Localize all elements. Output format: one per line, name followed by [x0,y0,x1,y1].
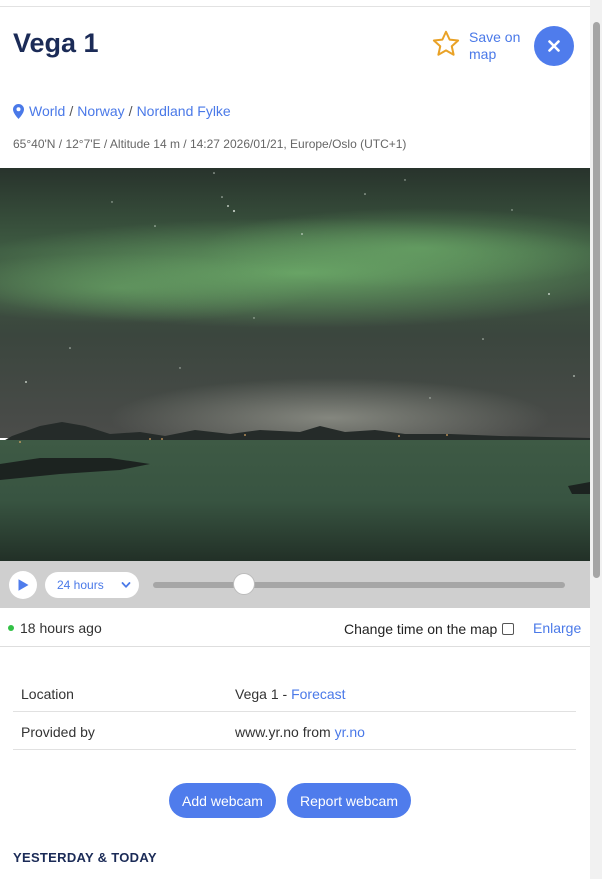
player-controls: 24 hours [0,561,590,608]
chevron-down-icon [121,582,131,588]
table-row: Provided by www.yr.no from yr.no [13,712,576,750]
forecast-link[interactable]: Forecast [291,686,345,702]
add-webcam-button[interactable]: Add webcam [169,783,276,818]
close-icon [548,40,560,52]
location-pin-icon [13,103,24,119]
timeline-slider[interactable] [153,582,565,588]
change-time-checkbox[interactable] [502,623,515,635]
change-time-label: Change time on the map [344,621,498,637]
time-range-value: 24 hours [57,578,104,592]
location-key: Location [21,686,74,702]
breadcrumb-separator: / [128,103,133,119]
last-updated-text: 18 hours ago [20,620,102,636]
close-button[interactable] [534,26,574,66]
timeline-slider-handle[interactable] [232,573,255,595]
divider [0,646,590,647]
play-button[interactable] [9,571,37,599]
breadcrumb-separator: / [69,103,74,119]
provided-by-value-cell: www.yr.no from yr.no [235,724,365,740]
page-title: Vega 1 [13,28,99,58]
scrollbar-thumb[interactable] [593,22,600,578]
enlarge-link[interactable]: Enlarge [533,620,581,636]
webcam-image[interactable] [0,168,590,561]
location-meta: 65°40'N / 12°7'E / Altitude 14 m / 14:27… [13,137,407,151]
breadcrumb-world[interactable]: World [29,103,65,119]
provided-by-value: www.yr.no from [235,724,331,740]
section-title: YESTERDAY & TODAY [13,850,157,865]
table-row: Location Vega 1 - Forecast [13,674,576,712]
top-divider [0,6,590,7]
yr-link[interactable]: yr.no [335,724,365,740]
save-on-map-button[interactable]: Save on map [431,29,529,63]
star-outline-icon [432,30,460,56]
location-value: Vega 1 [235,686,279,702]
breadcrumb: World / Norway / Nordland Fylke [13,103,231,119]
provided-by-key: Provided by [21,724,95,740]
aurora-scene [0,168,590,561]
breadcrumb-nordland[interactable]: Nordland Fylke [137,103,231,119]
online-status-dot [8,625,14,631]
report-webcam-button[interactable]: Report webcam [287,783,411,818]
location-dash: - [282,686,288,702]
play-icon [18,579,29,591]
breadcrumb-norway[interactable]: Norway [77,103,124,119]
location-value-cell: Vega 1 - Forecast [235,686,346,702]
webcam-info-table: Location Vega 1 - Forecast Provided by w… [13,674,576,750]
last-updated: 18 hours ago [8,620,102,636]
change-time-toggle[interactable]: Change time on the map [344,621,515,637]
time-range-select[interactable]: 24 hours [45,572,139,598]
save-on-map-label: Save on map [469,29,521,62]
